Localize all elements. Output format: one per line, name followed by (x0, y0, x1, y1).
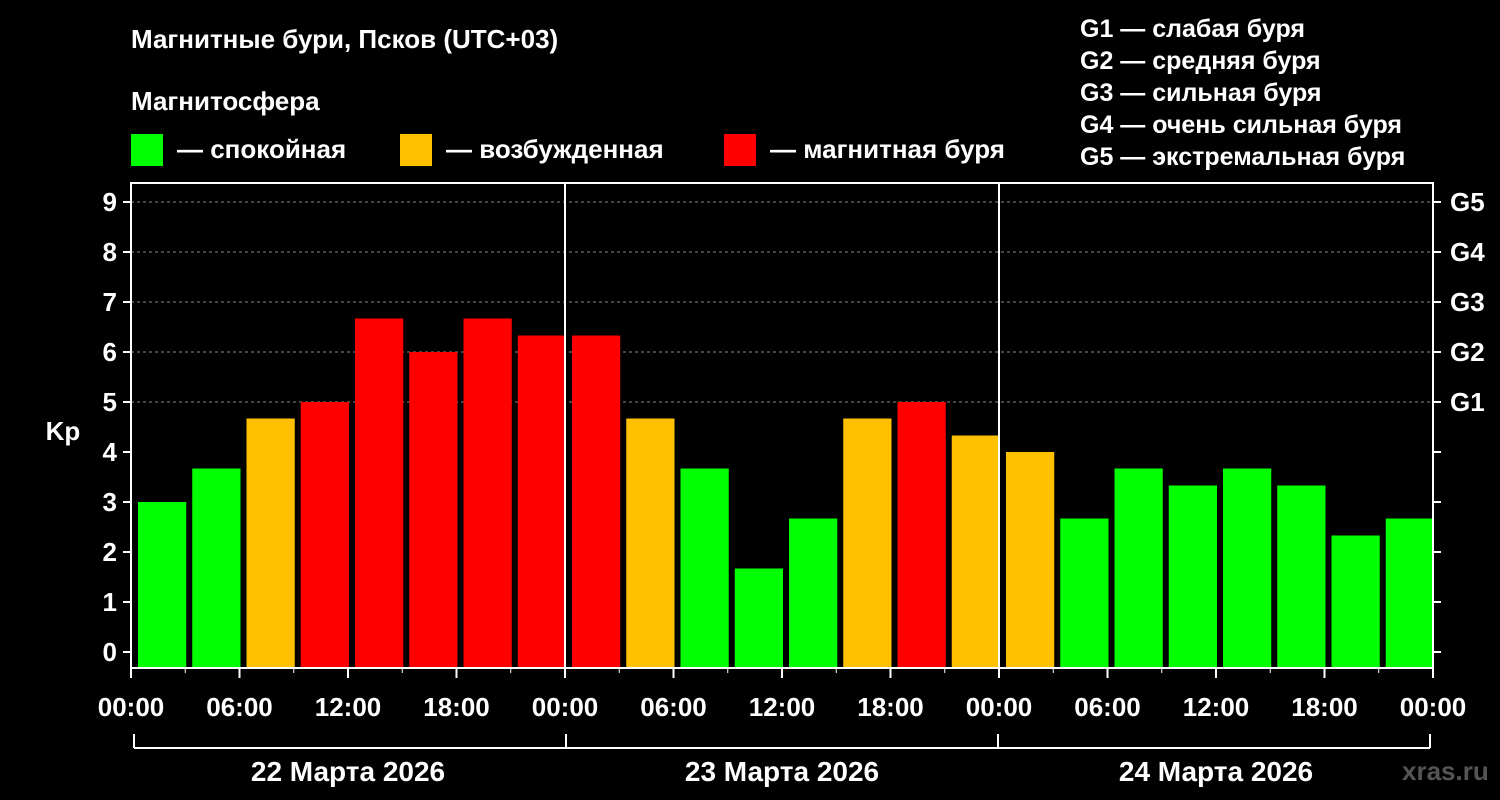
x-tick-label: 12:00 (1183, 692, 1250, 722)
kp-bar (1277, 485, 1326, 668)
kp-bar (897, 402, 946, 668)
watermark: xras.ru (1402, 756, 1489, 786)
x-tick-label: 06:00 (206, 692, 273, 722)
kp-bar (843, 418, 892, 668)
kp-bar (300, 402, 349, 668)
g-axis-label: G4 (1450, 237, 1485, 267)
kp-bar (789, 518, 838, 668)
kp-bar (1168, 485, 1217, 668)
day-label: 23 Марта 2026 (685, 756, 879, 787)
day-label: 22 Марта 2026 (251, 756, 445, 787)
y-tick-label: 9 (103, 187, 117, 217)
y-tick-label: 2 (103, 537, 117, 567)
y-tick-label: 6 (103, 337, 117, 367)
kp-bar (463, 318, 512, 668)
x-tick-label: 00:00 (98, 692, 165, 722)
kp-bar (1060, 518, 1109, 668)
kp-bar (734, 568, 783, 668)
x-tick-label: 18:00 (1291, 692, 1358, 722)
g-axis-label: G5 (1450, 187, 1485, 217)
x-tick-label: 06:00 (1074, 692, 1141, 722)
kp-bar (626, 418, 675, 668)
kp-bar (355, 318, 404, 668)
y-tick-label: 0 (103, 637, 117, 667)
y-tick-label: 3 (103, 487, 117, 517)
kp-bar (1331, 535, 1380, 668)
x-tick-label: 18:00 (857, 692, 924, 722)
kp-bar (680, 468, 729, 668)
x-tick-label: 00:00 (532, 692, 599, 722)
g-axis-label: G2 (1450, 337, 1485, 367)
kp-bar (951, 435, 1000, 668)
y-tick-label: 4 (103, 437, 118, 467)
kp-bar (517, 335, 566, 668)
g-axis-label: G3 (1450, 287, 1485, 317)
kp-bar (572, 335, 621, 668)
y-tick-label: 1 (103, 587, 117, 617)
kp-bar (1385, 518, 1434, 668)
x-tick-label: 00:00 (966, 692, 1033, 722)
x-tick-label: 18:00 (423, 692, 490, 722)
y-axis-label: Kp (46, 416, 81, 446)
y-tick-label: 8 (103, 237, 117, 267)
x-tick-label: 00:00 (1400, 692, 1467, 722)
y-tick-label: 7 (103, 287, 117, 317)
kp-bar (192, 468, 241, 668)
x-tick-label: 12:00 (749, 692, 816, 722)
kp-bar-chart: 0 1 2 3 4 5 6 7 8 9 G1 G2 G3 G4 G5 Kp 00:00 06:00 12:00 18:… (46, 182, 1485, 787)
kp-bar (409, 352, 458, 668)
kp-bar (246, 418, 295, 668)
kp-bar (1114, 468, 1163, 668)
x-tick-label: 06:00 (640, 692, 707, 722)
x-tick-label: 12:00 (315, 692, 382, 722)
day-label: 24 Марта 2026 (1119, 756, 1313, 787)
kp-bar (138, 502, 187, 668)
kp-bar (1223, 468, 1272, 668)
g-axis-label: G1 (1450, 387, 1485, 417)
kp-bar (1006, 452, 1055, 668)
y-tick-label: 5 (103, 387, 117, 417)
